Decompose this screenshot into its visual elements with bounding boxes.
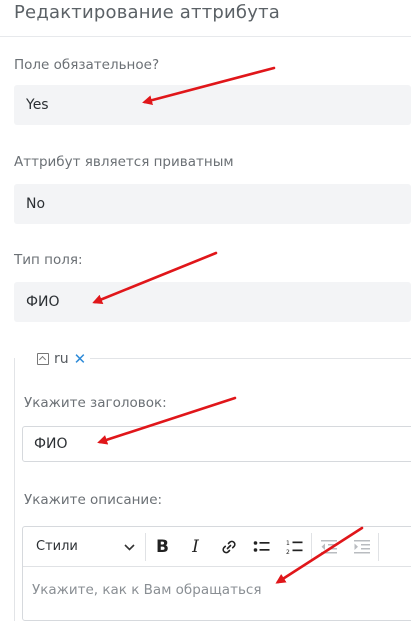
toolbar-separator xyxy=(378,532,379,561)
description-label: Укажите описание: xyxy=(24,492,163,508)
field-type-value-text: ФИО xyxy=(26,294,60,310)
language-label: ru xyxy=(54,351,69,367)
title-input-value: ФИО xyxy=(34,436,68,452)
svg-text:2: 2 xyxy=(286,549,290,556)
numbered-list-icon[interactable]: 1 2 xyxy=(278,527,311,567)
required-value-text: Yes xyxy=(26,97,49,113)
link-icon[interactable] xyxy=(212,527,245,567)
outdent-icon[interactable] xyxy=(312,527,345,567)
editor-placeholder: Укажите, как к Вам обращаться xyxy=(32,582,262,598)
private-value-text: No xyxy=(26,196,46,212)
styles-dropdown[interactable]: Стили xyxy=(23,527,145,566)
styles-dropdown-label: Стили xyxy=(36,539,78,554)
private-field-value[interactable]: No xyxy=(14,184,411,224)
close-icon[interactable]: ✕ xyxy=(74,351,87,367)
chevron-down-icon xyxy=(124,540,135,554)
bold-icon[interactable]: B xyxy=(146,527,179,567)
header-divider xyxy=(0,36,411,37)
description-editor[interactable]: Стили B I 1 2 Укажите, как к Вам обращат… xyxy=(22,526,411,621)
svg-text:1: 1 xyxy=(286,540,290,547)
editor-toolbar: Стили B I 1 2 xyxy=(23,527,411,567)
language-tab[interactable]: ru ✕ xyxy=(33,350,91,368)
field-type-value[interactable]: ФИО xyxy=(14,282,411,322)
editor-content[interactable]: Укажите, как к Вам обращаться xyxy=(23,567,411,598)
page-title: Редактирование аттрибута xyxy=(14,2,280,23)
field-type-label: Тип поля: xyxy=(14,252,83,268)
language-panel-top-border xyxy=(86,358,411,359)
title-input[interactable]: ФИО xyxy=(22,426,411,462)
italic-icon[interactable]: I xyxy=(179,527,212,567)
title-label: Укажите заголовок: xyxy=(24,395,167,411)
private-field-label: Аттрибут является приватным xyxy=(14,154,234,170)
bulleted-list-icon[interactable] xyxy=(245,527,278,567)
required-field-value[interactable]: Yes xyxy=(14,85,411,125)
collapse-icon[interactable] xyxy=(37,353,49,365)
indent-icon[interactable] xyxy=(345,527,378,567)
required-field-label: Поле обязательное? xyxy=(14,57,160,73)
